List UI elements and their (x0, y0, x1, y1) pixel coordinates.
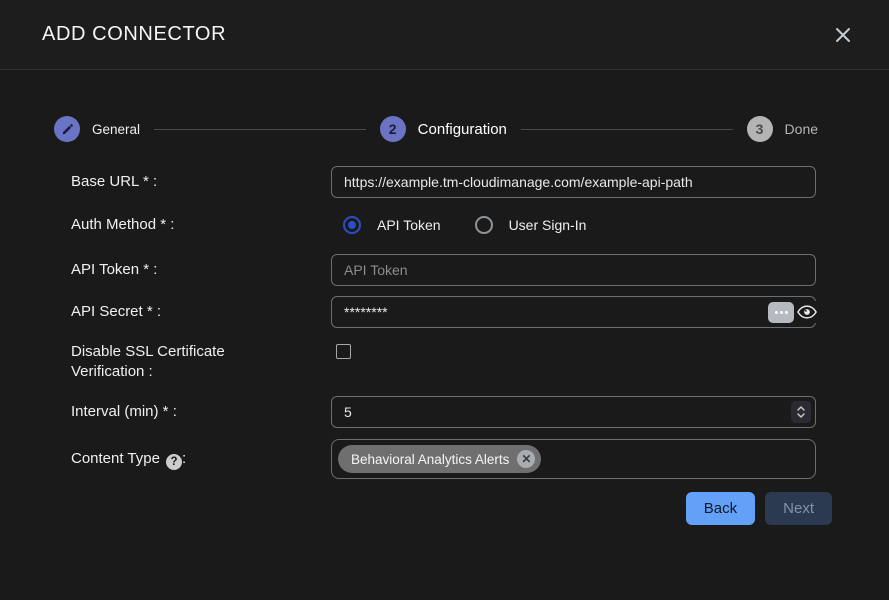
content-type-row: Content Type?: Behavioral Analytics Aler… (71, 439, 816, 479)
back-button[interactable]: Back (686, 492, 755, 525)
stepper-step-done: 3 Done (747, 116, 818, 142)
help-icon[interactable]: ? (166, 454, 182, 470)
chip-label: Behavioral Analytics Alerts (351, 452, 509, 467)
stepper-step-general[interactable]: General (54, 116, 140, 142)
radio-user-sign-in-label: User Sign-In (509, 217, 587, 233)
content-type-colon: : (182, 450, 186, 467)
stepper-connector (154, 129, 366, 130)
number-stepper-icon[interactable] (791, 401, 811, 423)
add-connector-dialog: ADD CONNECTOR General 2 Configuration 3 … (0, 0, 889, 600)
base-url-label: Base URL * : (71, 172, 331, 192)
pencil-icon (54, 116, 80, 142)
api-token-input[interactable] (331, 254, 816, 286)
base-url-row: Base URL * : (71, 166, 816, 198)
dialog-title: ADD CONNECTOR (42, 23, 226, 46)
api-token-row: API Token * : (71, 254, 816, 286)
interval-row: Interval (min) * : (71, 396, 816, 428)
disable-ssl-label: Disable SSL Certificate Verification : (71, 342, 331, 382)
content-type-field[interactable]: Behavioral Analytics Alerts ✕ (331, 439, 816, 479)
api-secret-input[interactable] (331, 296, 816, 328)
chip-remove-icon[interactable]: ✕ (517, 450, 535, 468)
eye-icon[interactable] (796, 301, 818, 323)
stepper: General 2 Configuration 3 Done (0, 116, 889, 142)
api-token-label: API Token * : (71, 260, 331, 280)
content-type-label-text: Content Type (71, 450, 160, 467)
content-type-label: Content Type?: (71, 449, 331, 470)
radio-selected-icon (343, 216, 361, 234)
ellipsis-icon[interactable] (768, 302, 794, 323)
interval-input[interactable] (331, 396, 816, 428)
radio-api-token[interactable]: API Token (343, 216, 441, 234)
stepper-step-configuration[interactable]: 2 Configuration (380, 116, 507, 142)
stepper-connector (521, 129, 733, 130)
step-label-general: General (92, 122, 140, 137)
dialog-header: ADD CONNECTOR (0, 0, 889, 70)
close-icon[interactable] (831, 23, 855, 47)
connector-form: Base URL * : Auth Method * : API Token U… (0, 166, 889, 525)
auth-method-radio-group: API Token User Sign-In (331, 209, 816, 241)
interval-label: Interval (min) * : (71, 402, 331, 422)
disable-ssl-checkbox[interactable] (336, 344, 351, 359)
next-button[interactable]: Next (765, 492, 832, 525)
base-url-input[interactable] (331, 166, 816, 198)
footer-buttons: Back Next (71, 492, 832, 525)
step-label-done: Done (785, 121, 818, 137)
content-type-chip: Behavioral Analytics Alerts ✕ (338, 445, 541, 473)
disable-ssl-row: Disable SSL Certificate Verification : (71, 342, 816, 382)
radio-api-token-label: API Token (377, 217, 441, 233)
radio-unselected-icon (475, 216, 493, 234)
step-number-3: 3 (747, 116, 773, 142)
step-number-2: 2 (380, 116, 406, 142)
radio-user-sign-in[interactable]: User Sign-In (475, 216, 587, 234)
api-secret-row: API Secret * : (71, 296, 816, 328)
auth-method-label: Auth Method * : (71, 215, 331, 235)
step-label-configuration: Configuration (418, 121, 507, 138)
api-secret-label: API Secret * : (71, 302, 331, 322)
auth-method-row: Auth Method * : API Token User Sign-In (71, 209, 816, 241)
